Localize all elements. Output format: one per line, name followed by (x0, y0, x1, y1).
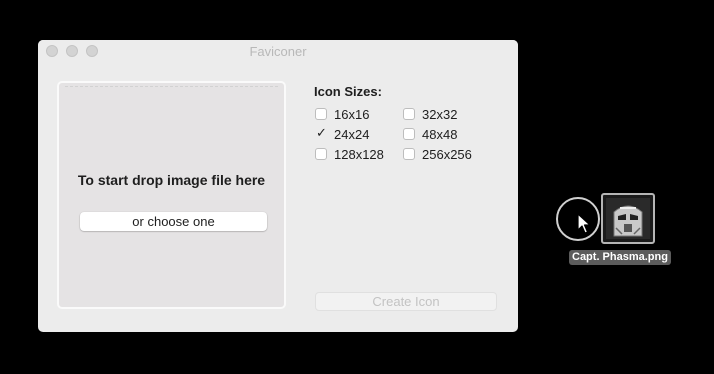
cursor-arrow-icon (577, 213, 591, 234)
checkbox-16x16[interactable]: 16x16 (315, 106, 369, 122)
checkbox-box-checked[interactable] (315, 126, 327, 141)
image-thumbnail-icon[interactable] (601, 193, 655, 244)
checkbox-label: 24x24 (334, 126, 370, 142)
helmet-image (606, 198, 650, 239)
app-window: Faviconer To start drop image file here … (38, 40, 518, 332)
checkbox-label: 128x128 (334, 146, 384, 162)
checkbox-label: 256x256 (422, 146, 472, 162)
checkbox-box[interactable] (403, 128, 415, 140)
checkbox-box[interactable] (315, 148, 327, 160)
checkbox-32x32[interactable]: 32x32 (403, 106, 457, 122)
checkbox-256x256[interactable]: 256x256 (403, 146, 472, 162)
checkbox-box[interactable] (403, 108, 415, 120)
checkbox-label: 48x48 (422, 126, 458, 142)
title-bar[interactable]: Faviconer (38, 40, 518, 62)
checkbox-label: 32x32 (422, 106, 458, 122)
checkbox-box[interactable] (403, 148, 415, 160)
checkbox-48x48[interactable]: 48x48 (403, 126, 457, 142)
checkbox-box[interactable] (315, 108, 327, 120)
image-drop-zone[interactable]: To start drop image file here or choose … (57, 81, 286, 309)
dragged-file-name: Capt. Phasma.png (569, 250, 671, 265)
drop-prompt: To start drop image file here (77, 172, 266, 188)
icon-sizes-heading: Icon Sizes: (314, 84, 382, 99)
checkbox-128x128[interactable]: 128x128 (315, 146, 384, 162)
window-title: Faviconer (249, 44, 307, 59)
checkbox-label: 16x16 (334, 106, 370, 122)
create-icon-button[interactable]: Create Icon (315, 292, 497, 311)
choose-file-button[interactable]: or choose one (80, 212, 267, 231)
drop-zone-border (65, 86, 278, 87)
checkbox-24x24[interactable]: 24x24 (315, 126, 369, 142)
